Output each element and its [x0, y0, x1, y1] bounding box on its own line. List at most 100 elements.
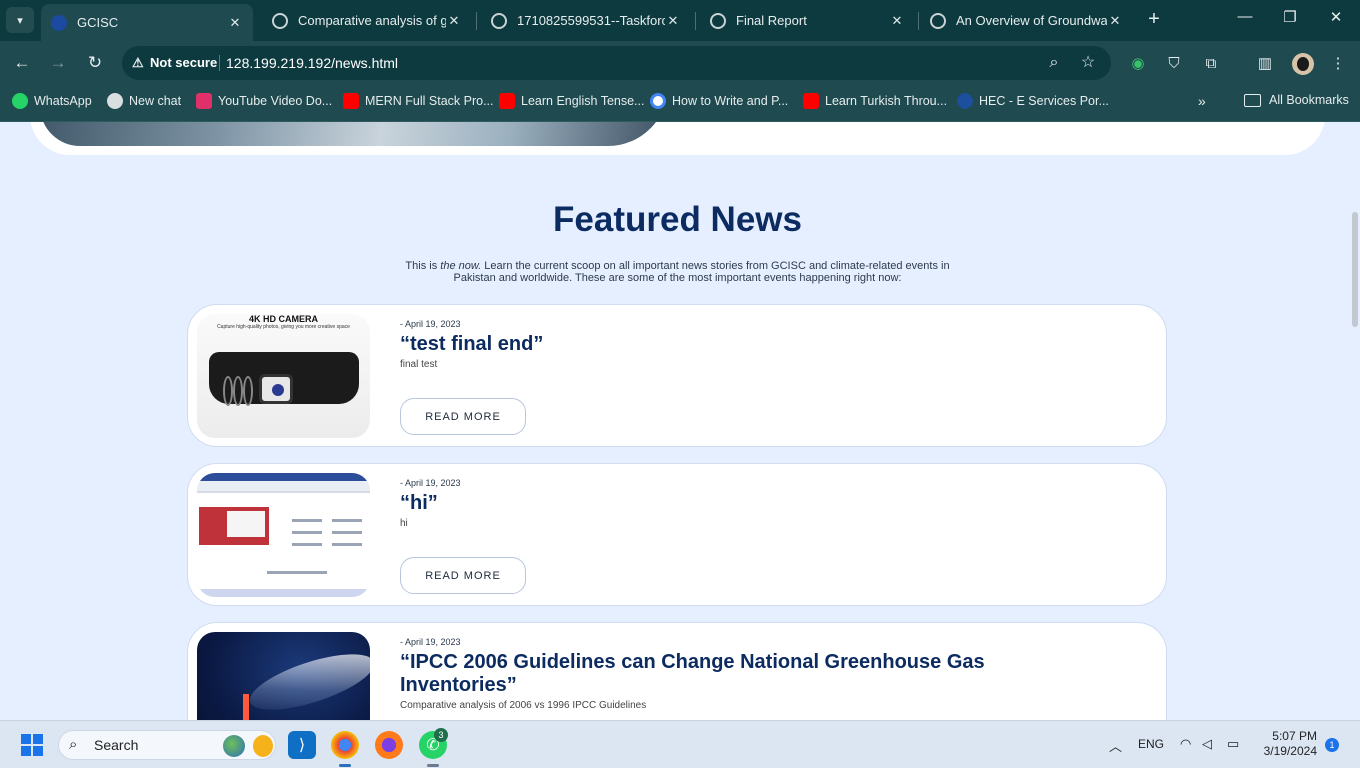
- youtube-icon: [803, 93, 819, 109]
- bookmark-how-to-write[interactable]: How to Write and P...: [650, 93, 788, 109]
- globe-icon: [710, 12, 726, 29]
- whatsapp-icon: [12, 93, 28, 109]
- section-intro: This is the now. Learn the current scoop…: [405, 260, 950, 284]
- bookmark-youtube-video[interactable]: YouTube Video Do...: [196, 93, 332, 109]
- gcisc-favicon-icon: [51, 14, 67, 31]
- tab-groundwater[interactable]: An Overview of Groundwate ✕: [920, 4, 1133, 37]
- tab-separator: [476, 12, 477, 30]
- new-tab-button[interactable]: +: [1143, 8, 1165, 32]
- windows-taskbar: ⌕ Search ⟩ ✆ 3 ︿ ENG ◠ ◁ ▭ 5:07 PM 3/19/…: [0, 720, 1360, 768]
- firefox-icon[interactable]: [375, 731, 403, 759]
- news-date: - April 19, 2023: [400, 478, 461, 488]
- forward-arrow-icon[interactable]: →: [46, 51, 70, 75]
- active-app-indicator: [339, 764, 351, 767]
- section-title: Featured News: [553, 200, 802, 239]
- clock-date: 3/19/2024: [1263, 744, 1317, 758]
- reload-icon[interactable]: ↻: [83, 51, 107, 75]
- chrome-icon[interactable]: [331, 731, 359, 759]
- bookmark-hec[interactable]: HEC - E Services Por...: [957, 93, 1109, 109]
- bookmark-whatsapp[interactable]: WhatsApp: [12, 93, 92, 109]
- close-tab-icon[interactable]: ✕: [446, 13, 462, 29]
- tab-search-button[interactable]: ▾: [6, 7, 34, 33]
- tab-title: Comparative analysis of gre: [298, 13, 446, 28]
- news-card: - April 19, 2023 “IPCC 2006 Guidelines c…: [187, 622, 1167, 720]
- show-hidden-icons-chevron-icon[interactable]: ︿: [1109, 736, 1122, 755]
- news-description: Comparative analysis of 2006 vs 1996 IPC…: [400, 700, 647, 711]
- tab-gcisc[interactable]: GCISC ✕: [41, 4, 253, 41]
- tab-strip: ▾ GCISC ✕ Comparative analysis of gre ✕ …: [0, 0, 1360, 41]
- tab-separator: [918, 12, 919, 30]
- youtube-icon: [499, 93, 515, 109]
- downloader-icon: [196, 93, 212, 109]
- profile-avatar[interactable]: [1292, 53, 1314, 75]
- hec-icon: [957, 93, 973, 109]
- open-app-indicator: [427, 764, 439, 767]
- globe-icon: [272, 12, 288, 29]
- url-text[interactable]: 128.199.219.192/news.html: [226, 55, 398, 71]
- news-card: 4K HD CAMERA Capture high-quality photos…: [187, 304, 1167, 447]
- read-more-button[interactable]: READ MORE: [400, 557, 526, 594]
- kebab-menu-icon[interactable]: ⋮: [1327, 53, 1349, 75]
- tab-comparative-analysis[interactable]: Comparative analysis of gre ✕: [262, 4, 472, 37]
- notification-badge[interactable]: 1: [1325, 738, 1339, 752]
- page-scrollbar[interactable]: [1352, 212, 1358, 327]
- whatsapp-badge: 3: [434, 728, 448, 742]
- clock-time: 5:07 PM: [1272, 729, 1317, 743]
- news-date: - April 19, 2023: [400, 319, 461, 329]
- shield-extension-icon[interactable]: ⛉: [1163, 53, 1185, 75]
- tab-final-report[interactable]: Final Report ✕: [700, 4, 915, 37]
- system-clock[interactable]: 5:07 PM 3/19/2024: [1255, 729, 1317, 759]
- bookmark-mern[interactable]: MERN Full Stack Pro...: [343, 93, 494, 109]
- globe-icon: [491, 12, 507, 29]
- extension-eye-icon[interactable]: ◉: [1127, 53, 1149, 75]
- minimize-icon[interactable]: —: [1222, 8, 1268, 25]
- search-highlight-icon: [253, 735, 273, 757]
- bookmarks-bar: WhatsApp New chat YouTube Video Do... ME…: [0, 85, 1360, 122]
- windows-start-icon[interactable]: [21, 734, 43, 756]
- search-icon: ⌕: [69, 736, 78, 753]
- news-description: final test: [400, 359, 438, 370]
- bookmark-english-tense[interactable]: Learn English Tense...: [499, 93, 644, 109]
- close-window-icon[interactable]: ✕: [1313, 8, 1359, 26]
- tab-title: GCISC: [77, 15, 119, 30]
- news-thumbnail[interactable]: [197, 473, 370, 597]
- read-more-button[interactable]: READ MORE: [400, 398, 526, 435]
- language-indicator[interactable]: ENG: [1138, 737, 1164, 751]
- tab-title: An Overview of Groundwate: [956, 13, 1107, 28]
- news-description: hi: [400, 518, 408, 529]
- warning-triangle-icon[interactable]: ⚠: [132, 55, 144, 71]
- more-bookmarks-chevron-icon[interactable]: »: [1198, 93, 1206, 109]
- tab-title: 1710825599531--Taskforce1: [517, 13, 665, 28]
- news-title[interactable]: “test final end”: [400, 333, 1040, 356]
- back-arrow-icon[interactable]: ←: [10, 51, 34, 75]
- taskbar-search-box[interactable]: ⌕ Search: [58, 730, 276, 760]
- chatgpt-icon: [107, 93, 123, 109]
- browser-toolbar: ← → ↻ ⚠ Not secure 128.199.219.192/news.…: [0, 41, 1360, 85]
- extensions-puzzle-icon[interactable]: ⧉: [1200, 53, 1222, 75]
- news-title[interactable]: “hi”: [400, 492, 1040, 515]
- news-thumbnail[interactable]: 4K HD CAMERA Capture high-quality photos…: [197, 314, 370, 438]
- bookmark-new-chat[interactable]: New chat: [107, 93, 181, 109]
- youtube-icon: [343, 93, 359, 109]
- wifi-icon[interactable]: ◠: [1180, 736, 1191, 752]
- tab-taskforce[interactable]: 1710825599531--Taskforce1 ✕: [481, 4, 691, 37]
- tab-title: Final Report: [736, 13, 807, 28]
- side-panel-icon[interactable]: ▥: [1254, 53, 1276, 75]
- battery-icon[interactable]: ▭: [1227, 736, 1239, 752]
- news-thumbnail[interactable]: [197, 632, 370, 720]
- restore-icon[interactable]: ❐: [1267, 8, 1313, 26]
- close-tab-icon[interactable]: ✕: [227, 15, 243, 31]
- all-bookmarks-button[interactable]: All Bookmarks: [1244, 93, 1349, 107]
- bookmark-turkish[interactable]: Learn Turkish Throu...: [803, 93, 947, 109]
- vscode-icon[interactable]: ⟩: [288, 731, 316, 759]
- news-date: - April 19, 2023: [400, 637, 461, 647]
- volume-icon[interactable]: ◁: [1202, 736, 1212, 752]
- security-indicator[interactable]: Not secure: [150, 55, 217, 70]
- news-title[interactable]: “IPCC 2006 Guidelines can Change Nationa…: [400, 651, 1040, 697]
- zoom-magnifier-icon[interactable]: ⌕: [1044, 53, 1064, 73]
- close-tab-icon[interactable]: ✕: [889, 13, 905, 29]
- close-tab-icon[interactable]: ✕: [1107, 13, 1123, 29]
- address-bar[interactable]: ⚠ Not secure 128.199.219.192/news.html ⌕…: [122, 46, 1111, 80]
- close-tab-icon[interactable]: ✕: [665, 13, 681, 29]
- bookmark-star-icon[interactable]: ☆: [1078, 53, 1098, 73]
